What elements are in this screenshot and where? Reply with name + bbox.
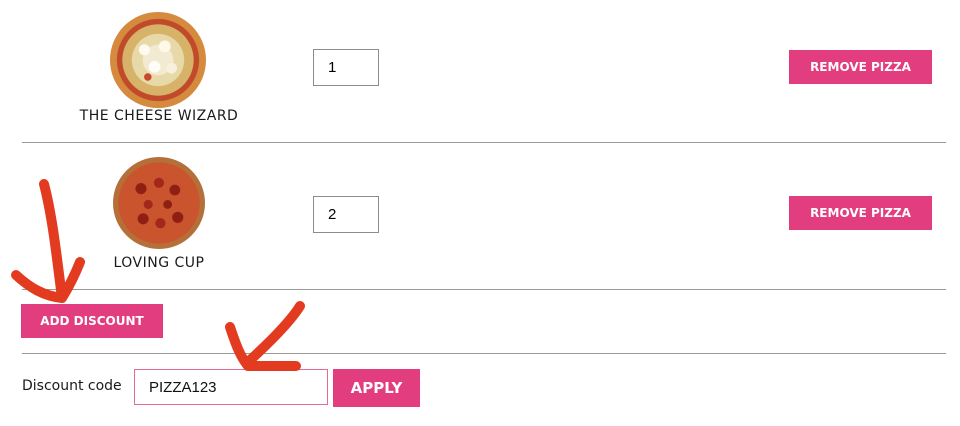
cart-item-2: LOVING CUP REMOVE PIZZA (0, 143, 960, 289)
pizza-name: LOVING CUP (113, 255, 205, 271)
quantity-input[interactable] (313, 49, 379, 86)
pizza-image-loving-cup (113, 157, 205, 249)
discount-code-input[interactable] (134, 369, 328, 405)
add-discount-button[interactable]: ADD DISCOUNT (21, 304, 163, 338)
discount-code-label: Discount code (22, 378, 122, 394)
apply-button[interactable]: APPLY (333, 369, 420, 407)
cart-item-1: THE CHEESE WIZARD REMOVE PIZZA (0, 0, 960, 142)
pizza-image-cheese-wizard (110, 12, 206, 108)
divider (22, 289, 946, 290)
remove-pizza-button[interactable]: REMOVE PIZZA (789, 196, 932, 230)
divider (22, 353, 946, 354)
remove-pizza-button[interactable]: REMOVE PIZZA (789, 50, 932, 84)
quantity-input[interactable] (313, 196, 379, 233)
pizza-name: THE CHEESE WIZARD (79, 108, 239, 124)
arrow-to-discount-field-icon (225, 301, 305, 371)
